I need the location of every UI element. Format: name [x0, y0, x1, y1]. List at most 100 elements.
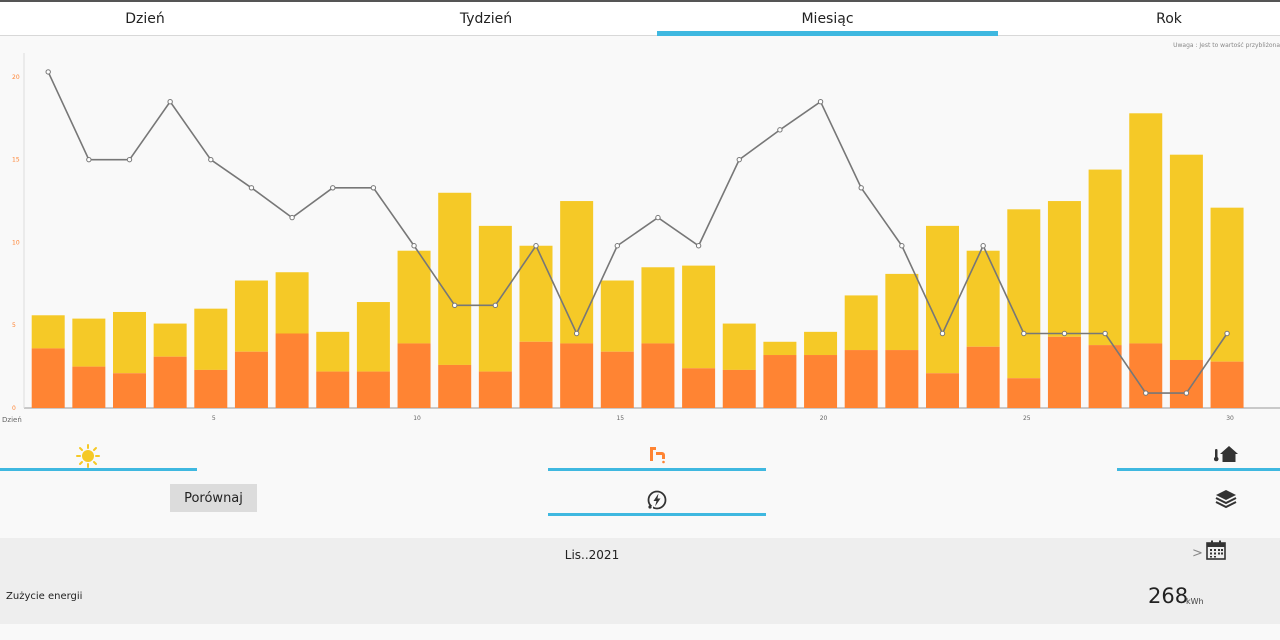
bar-top-23[interactable] [926, 225, 959, 374]
tab-day[interactable]: Dzień [0, 2, 290, 36]
home-thermometer-icon[interactable] [1213, 445, 1238, 467]
trend-point-27[interactable] [1102, 330, 1108, 337]
bar-base-19[interactable] [763, 355, 797, 408]
bar-base-6[interactable] [234, 351, 268, 408]
bar-top-30[interactable] [1210, 207, 1244, 362]
trend-point-18[interactable] [736, 156, 742, 163]
bar-base-4[interactable] [153, 356, 187, 408]
bar-base-16[interactable] [641, 343, 675, 408]
bar-top-24[interactable] [966, 250, 1000, 347]
bar-base-20[interactable] [804, 355, 838, 408]
bar-base-30[interactable] [1210, 361, 1244, 408]
trend-point-2[interactable] [86, 156, 92, 163]
trend-point-17[interactable] [695, 243, 702, 249]
calendar-icon[interactable] [1206, 540, 1226, 564]
trend-point-28[interactable] [1143, 390, 1149, 396]
bar-base-1[interactable] [31, 348, 65, 408]
trend-point-20[interactable] [817, 99, 824, 105]
trend-point-30[interactable] [1224, 330, 1230, 337]
compare-button[interactable]: Porównaj [170, 484, 257, 512]
bar-top-26[interactable] [1047, 201, 1081, 337]
tab-week[interactable]: Tydzień [316, 2, 656, 36]
bar-top-12[interactable] [478, 225, 512, 372]
bar-base-10[interactable] [397, 343, 431, 408]
bar-base-12[interactable] [478, 371, 512, 408]
bar-base-29[interactable] [1169, 359, 1203, 408]
bar-base-14[interactable] [560, 343, 594, 408]
bar-base-23[interactable] [926, 373, 959, 408]
trend-point-1[interactable] [45, 69, 51, 75]
bar-base-25[interactable] [1007, 378, 1041, 408]
bar-top-16[interactable] [641, 267, 675, 344]
layers-icon[interactable] [1214, 488, 1238, 514]
trend-point-14[interactable] [573, 330, 580, 337]
trend-point-10[interactable] [411, 243, 417, 249]
trend-point-6[interactable] [248, 185, 255, 191]
trend-point-5[interactable] [208, 156, 214, 163]
trend-point-12[interactable] [492, 302, 499, 309]
bar-top-19[interactable] [763, 341, 797, 356]
bar-base-27[interactable] [1088, 345, 1122, 408]
trend-point-9[interactable] [370, 185, 377, 191]
bar-base-5[interactable] [194, 369, 228, 408]
trend-point-25[interactable] [1021, 330, 1027, 337]
bar-top-29[interactable] [1169, 154, 1203, 360]
bar-top-17[interactable] [682, 265, 716, 369]
bar-top-3[interactable] [113, 311, 146, 374]
bar-base-13[interactable] [519, 341, 553, 408]
bar-top-27[interactable] [1088, 169, 1122, 346]
next-period-button[interactable]: > [1192, 546, 1203, 561]
bar-top-22[interactable] [885, 273, 919, 351]
bar-base-26[interactable] [1047, 336, 1081, 408]
trend-point-26[interactable] [1061, 330, 1068, 337]
bar-top-1[interactable] [31, 315, 65, 349]
trend-point-13[interactable] [533, 243, 539, 249]
bar-top-13[interactable] [519, 245, 553, 342]
bar-top-18[interactable] [722, 323, 756, 370]
trend-point-23[interactable] [939, 330, 946, 337]
bar-top-9[interactable] [356, 302, 390, 372]
bar-base-22[interactable] [885, 350, 919, 408]
tab-month[interactable]: Miesiąc [657, 2, 998, 36]
trend-point-16[interactable] [655, 214, 661, 221]
bar-top-15[interactable] [600, 280, 634, 352]
bar-base-8[interactable] [316, 371, 350, 408]
bar-base-18[interactable] [722, 369, 756, 408]
bar-top-21[interactable] [844, 295, 878, 351]
bar-base-24[interactable] [966, 346, 1000, 408]
trend-point-22[interactable] [899, 243, 905, 249]
bar-base-11[interactable] [438, 364, 472, 408]
bar-base-7[interactable] [275, 333, 309, 408]
bar-top-4[interactable] [153, 323, 187, 357]
trend-point-8[interactable] [330, 185, 336, 191]
trend-point-7[interactable] [289, 214, 295, 221]
trend-point-4[interactable] [167, 99, 173, 105]
bar-base-21[interactable] [844, 350, 878, 408]
bar-top-20[interactable] [804, 331, 838, 356]
bar-top-2[interactable] [72, 318, 106, 367]
bar-base-17[interactable] [682, 368, 716, 408]
bar-top-7[interactable] [275, 272, 309, 334]
faucet-icon[interactable] [647, 444, 667, 468]
bar-base-3[interactable] [113, 373, 146, 408]
bar-top-28[interactable] [1129, 113, 1163, 344]
bar-base-9[interactable] [356, 371, 390, 408]
energy-icon[interactable] [646, 489, 668, 515]
bar-base-15[interactable] [600, 351, 634, 408]
trend-point-11[interactable] [452, 302, 458, 309]
trend-point-3[interactable] [126, 156, 133, 163]
bar-top-10[interactable] [397, 250, 431, 344]
trend-point-24[interactable] [980, 243, 986, 249]
trend-point-19[interactable] [777, 127, 783, 133]
bar-top-14[interactable] [560, 201, 594, 344]
bar-top-8[interactable] [316, 331, 350, 372]
bar-top-25[interactable] [1007, 209, 1041, 379]
trend-point-29[interactable] [1183, 390, 1190, 396]
bar-top-5[interactable] [194, 308, 228, 370]
trend-point-15[interactable] [614, 243, 620, 249]
bar-base-2[interactable] [72, 366, 106, 408]
bar-top-6[interactable] [234, 280, 268, 352]
bar-top-11[interactable] [438, 192, 472, 365]
trend-point-21[interactable] [858, 185, 864, 191]
tab-year[interactable]: Rok [1058, 2, 1280, 36]
